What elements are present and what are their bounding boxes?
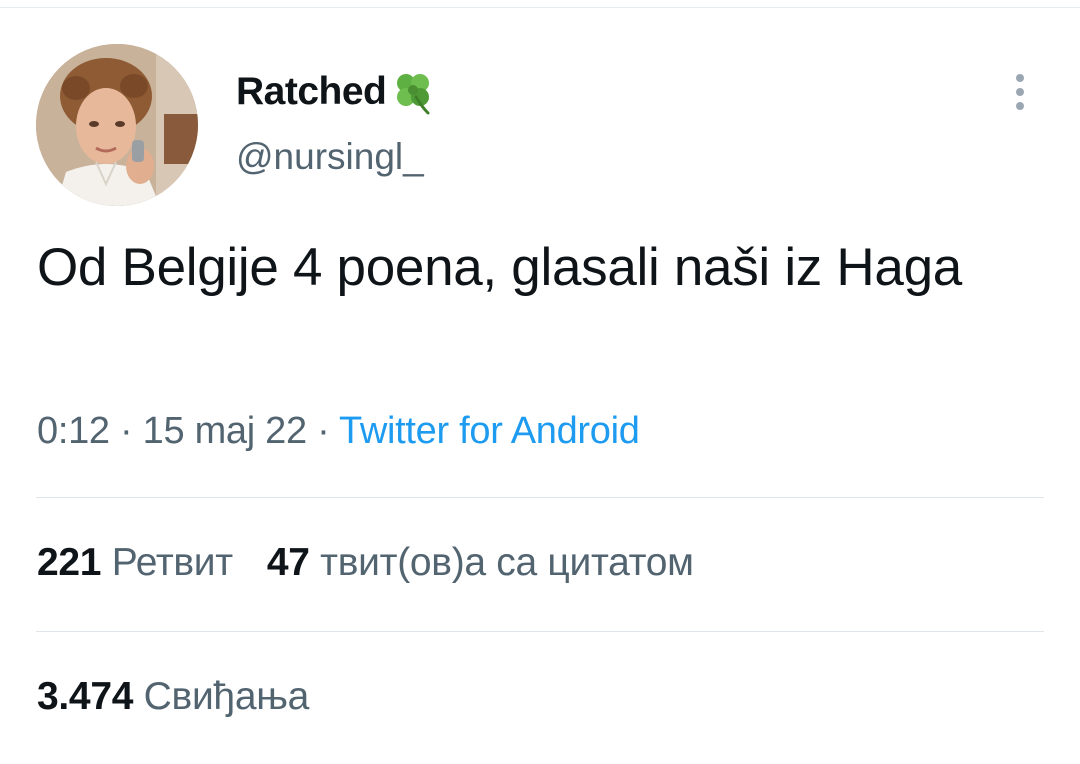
tweet-source-link[interactable]: Twitter for Android [339,410,640,452]
likes-stat[interactable]: 3.474 Свиђања [37,675,309,719]
retweets-stat[interactable]: 221 Ретвит [37,541,233,584]
quotes-stat[interactable]: 47 твит(ов)а са цитатом [267,541,694,584]
tweet-meta: 0:12 · 15 maj 22 · Twitter for Android [37,410,640,453]
tweet-date[interactable]: 15 maj 22 [143,410,307,452]
quotes-count: 47 [266,541,310,584]
more-options-button[interactable] [1003,70,1037,114]
tweet-text: Od Belgije 4 poena, glasali naši iz Haga [37,238,962,297]
display-name[interactable]: Ratched [236,70,387,114]
more-dot-icon [1016,74,1024,82]
author-handle[interactable]: @nursingl_ [236,136,424,178]
author-name-row[interactable]: Ratched [236,64,438,120]
meta-separator: · [317,410,330,452]
more-dot-icon [1016,102,1024,110]
retweets-count: 221 [37,541,102,584]
tweet-time[interactable]: 0:12 [37,410,110,452]
divider [36,497,1044,498]
four-leaf-clover-icon [388,67,438,117]
avatar-image [36,44,198,206]
meta-separator: · [120,410,133,452]
likes-count: 3.474 [37,675,134,718]
more-dot-icon [1016,88,1024,96]
quotes-label: твит(ов)а са цитатом [320,541,694,584]
divider [36,631,1044,632]
likes-label: Свиђања [143,675,310,718]
retweets-label: Ретвит [111,541,233,584]
engagement-stats: 221 Ретвит 47 твит(ов)а са цитатом [37,541,694,585]
avatar[interactable] [36,44,198,206]
top-divider [0,0,1080,8]
